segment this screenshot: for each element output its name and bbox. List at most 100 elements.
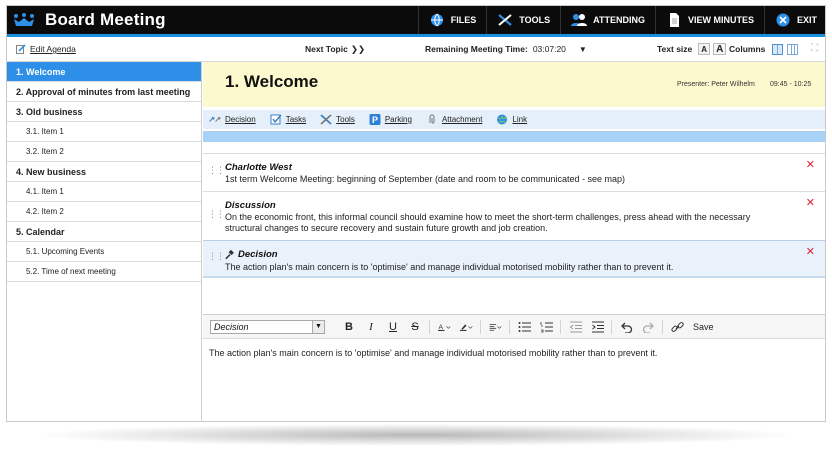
action-decision-label: Decision [225, 115, 256, 124]
agenda-sidebar: 1. Welcome 2. Approval of minutes from l… [7, 62, 202, 421]
text-size-small-button[interactable]: A [698, 43, 711, 55]
redo-button[interactable] [640, 318, 656, 336]
columns-three-button[interactable] [787, 43, 799, 55]
action-decision[interactable]: Decision [209, 114, 256, 125]
globe-icon [430, 13, 443, 27]
sidebar-item-old-business-item-1[interactable]: 3.1. Item 1 [7, 122, 201, 142]
outdent-button[interactable] [567, 318, 583, 336]
gavel-icon [209, 116, 221, 122]
strikethrough-button[interactable]: S [407, 318, 423, 336]
close-circle-icon [776, 13, 790, 27]
tools-icon [320, 114, 332, 125]
action-link-label: Link [512, 115, 528, 124]
bullet-list-button[interactable] [516, 318, 532, 336]
nav-attending-label: ATTENDING [593, 15, 645, 25]
nav-tools-label: TOOLS [519, 15, 551, 25]
sidebar-item-old-business-item-2[interactable]: 3.2. Item 2 [7, 142, 201, 162]
bold-button[interactable]: B [341, 318, 357, 336]
minutes-entry[interactable]: ⋮⋮ Charlotte West 1st term Welcome Meeti… [203, 153, 825, 190]
edit-agenda-label: Edit Agenda [30, 44, 76, 54]
nav-tools-button[interactable]: TOOLS [486, 6, 560, 34]
sidebar-item-new-business-item-1[interactable]: 4.1. Item 1 [7, 182, 201, 202]
columns-two-button[interactable] [772, 43, 784, 55]
sidebar-item-old-business[interactable]: 3. Old business [7, 102, 201, 122]
remaining-time-dropdown-icon[interactable]: ▼ [579, 45, 587, 54]
chevron-down-icon: ▼ [312, 320, 324, 333]
delete-entry-icon[interactable]: ✕ [806, 247, 815, 258]
top-bar: Board Meeting FILES TOOLS ATTENDING VIEW… [7, 6, 825, 34]
toolbar-divider [480, 319, 481, 334]
nav-attending-button[interactable]: ATTENDING [560, 6, 655, 34]
action-parking[interactable]: P Parking [369, 114, 412, 125]
sidebar-item-calendar[interactable]: 5. Calendar [7, 222, 201, 242]
next-topic-label: Next Topic [305, 44, 348, 54]
drag-handle-icon[interactable]: ⋮⋮ [208, 166, 225, 178]
align-button[interactable] [487, 318, 503, 336]
minutes-entry[interactable]: ⋮⋮ Discussion On the economic front, thi… [203, 191, 825, 239]
text-color-button[interactable]: A [436, 318, 452, 336]
highlight-color-button[interactable] [458, 318, 474, 336]
toolbar-divider [509, 319, 510, 334]
action-link[interactable]: Link [496, 114, 527, 125]
toolbar-divider [429, 319, 430, 334]
meeting-toolbar: Edit Agenda Next Topic ❯❯ Remaining Meet… [7, 37, 825, 62]
parking-icon: P [369, 114, 381, 125]
rich-text-editor: Decision ▼ B I U S A Save The action pla… [203, 314, 825, 421]
underline-button[interactable]: U [385, 318, 401, 336]
action-tools[interactable]: Tools [320, 114, 355, 125]
paperclip-icon [429, 114, 435, 124]
indent-button[interactable] [589, 318, 605, 336]
remaining-time-label: Remaining Meeting Time: [425, 44, 528, 54]
sidebar-item-new-business-item-2[interactable]: 4.2. Item 2 [7, 202, 201, 222]
nav-view-minutes-button[interactable]: VIEW MINUTES [654, 6, 764, 34]
action-tasks[interactable]: Tasks [270, 114, 306, 125]
edit-agenda-link[interactable]: Edit Agenda [16, 44, 76, 54]
tools-icon [498, 14, 512, 26]
expand-icon[interactable]: ⛶ [811, 44, 821, 54]
toolbar-divider [662, 319, 663, 334]
app-window: Board Meeting FILES TOOLS ATTENDING VIEW… [6, 5, 826, 422]
next-topic-button[interactable]: Next Topic ❯❯ [305, 44, 365, 55]
drag-handle-icon[interactable]: ⋮⋮ [208, 210, 225, 222]
nav-exit-button[interactable]: EXIT [763, 6, 825, 34]
toolbar-divider [560, 319, 561, 334]
remaining-time-value: 03:07:20 [532, 44, 566, 54]
indent-icon [591, 320, 604, 333]
document-icon [669, 13, 679, 27]
globe-icon [497, 114, 508, 125]
svg-text:A: A [438, 323, 443, 330]
editor-content[interactable]: The action plan's main concern is to 'op… [209, 348, 809, 358]
sidebar-item-new-business[interactable]: 4. New business [7, 162, 201, 182]
double-chevron-right-icon: ❯❯ [350, 43, 366, 54]
sidebar-item-time-of-next-meeting[interactable]: 5.2. Time of next meeting [7, 262, 201, 282]
undo-button[interactable] [618, 318, 634, 336]
entry-type-select[interactable]: Decision ▼ [210, 319, 325, 334]
delete-entry-icon[interactable]: ✕ [806, 160, 815, 171]
minutes-entry-selected[interactable]: ⋮⋮ Decision The action plan's main conce… [203, 240, 825, 278]
action-bar: Decision Tasks Tools P Parking Attachmen… [203, 110, 825, 129]
italic-button[interactable]: I [363, 318, 379, 336]
window-shadow [40, 424, 792, 446]
topic-presenter: Presenter: Peter Wilhelm [677, 81, 755, 88]
entry-title-row: Decision [225, 249, 278, 260]
sidebar-item-approval[interactable]: 2. Approval of minutes from last meeting [7, 82, 201, 102]
app-title: Board Meeting [45, 10, 166, 29]
delete-entry-icon[interactable]: ✕ [806, 198, 815, 209]
sidebar-item-upcoming-events[interactable]: 5.1. Upcoming Events [7, 242, 201, 262]
sidebar-item-welcome[interactable]: 1. Welcome [7, 62, 201, 82]
insert-link-button[interactable] [669, 318, 685, 336]
save-button[interactable]: Save [693, 322, 714, 332]
action-attachment[interactable]: Attachment [426, 114, 482, 125]
nav-view-minutes-label: VIEW MINUTES [687, 15, 754, 25]
nav-files-button[interactable]: FILES [417, 6, 487, 34]
numbered-list-button[interactable] [538, 318, 554, 336]
align-left-icon [489, 323, 502, 331]
top-nav: FILES TOOLS ATTENDING VIEW MINUTES EXIT [417, 6, 825, 34]
entry-type-value: Decision [214, 321, 249, 332]
action-tasks-label: Tasks [285, 115, 307, 124]
entry-title: Discussion [225, 200, 276, 211]
highlighter-icon [459, 323, 473, 331]
drag-handle-icon[interactable]: ⋮⋮ [208, 252, 225, 264]
topic-title: 1. Welcome [225, 72, 319, 91]
text-size-large-button[interactable]: A [713, 43, 727, 55]
